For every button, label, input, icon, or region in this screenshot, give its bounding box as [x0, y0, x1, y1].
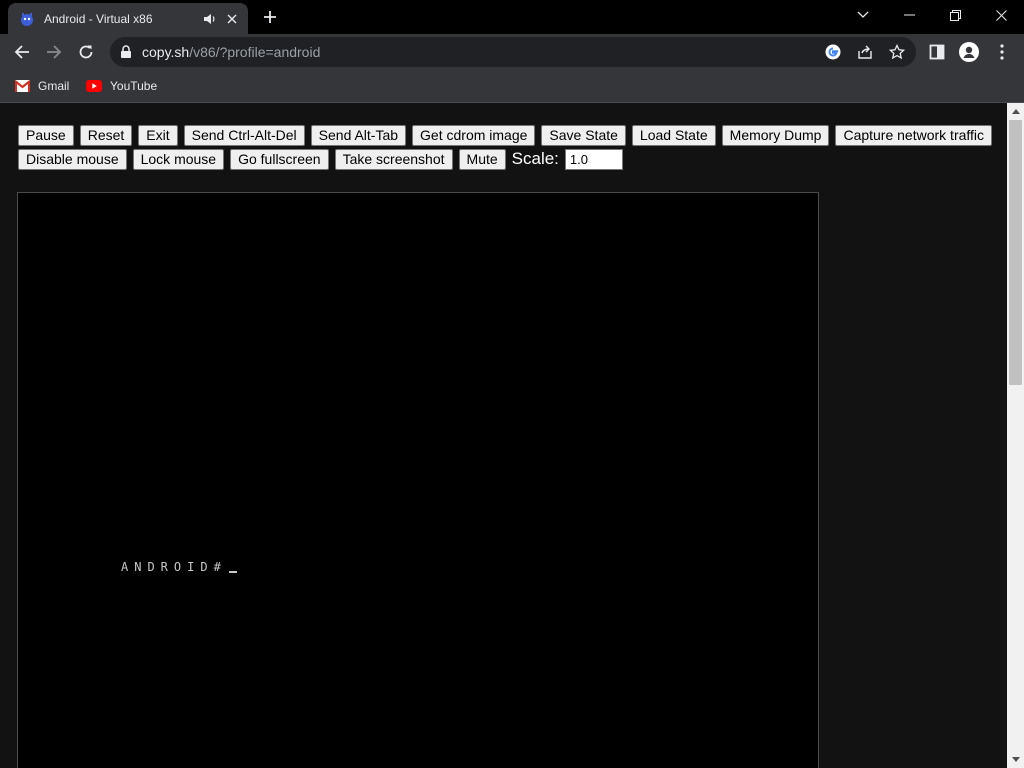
scrollbar-thumb[interactable]: [1009, 120, 1022, 385]
reload-icon[interactable]: [72, 38, 100, 66]
bookmark-label: YouTube: [110, 79, 158, 93]
send-alt-tab-button[interactable]: Send Alt-Tab: [310, 124, 407, 146]
go-fullscreen-button[interactable]: Go fullscreen: [230, 148, 329, 170]
bookmark-gmail[interactable]: Gmail: [15, 77, 69, 95]
emulator-screen[interactable]: ANDROID#: [17, 192, 819, 768]
bookmarks-bar: Gmail YouTube: [0, 71, 1024, 103]
side-panel-icon[interactable]: [927, 42, 947, 62]
page-content: Pause Reset Exit Send Ctrl-Alt-Del Send …: [0, 103, 1007, 768]
load-state-button[interactable]: Load State: [631, 124, 716, 146]
text-cursor: [228, 571, 237, 573]
scroll-up-arrow-icon[interactable]: [1007, 103, 1024, 120]
restore-icon[interactable]: [932, 0, 978, 30]
profile-icon[interactable]: [959, 42, 979, 62]
controls-row-2: Disable mouse Lock mouse Go fullscreen T…: [18, 147, 958, 171]
minimize-icon[interactable]: [886, 0, 932, 30]
page-scrollbar[interactable]: [1007, 103, 1024, 768]
chevron-down-icon[interactable]: [840, 0, 886, 30]
controls-row-1: Pause Reset Exit Send Ctrl-Alt-Del Send …: [18, 123, 993, 147]
scroll-down-arrow-icon[interactable]: [1007, 751, 1024, 768]
close-icon[interactable]: [224, 11, 240, 27]
disable-mouse-button[interactable]: Disable mouse: [18, 148, 127, 170]
tab-strip: Android - Virtual x86: [0, 0, 1024, 34]
emulator-controls: Pause Reset Exit Send Ctrl-Alt-Del Send …: [18, 123, 993, 171]
exit-button[interactable]: Exit: [138, 124, 178, 146]
google-icon[interactable]: [824, 43, 842, 61]
browser-tab[interactable]: Android - Virtual x86: [8, 3, 248, 34]
browser-toolbar: copy.sh/v86/?profile=android: [0, 34, 1024, 71]
gmail-icon: [15, 80, 30, 92]
lock-mouse-button[interactable]: Lock mouse: [132, 148, 225, 170]
youtube-icon: [86, 80, 102, 92]
scale-label: Scale:: [511, 149, 559, 168]
save-state-button[interactable]: Save State: [541, 124, 626, 146]
url-host: copy.sh: [142, 44, 190, 60]
share-icon[interactable]: [856, 43, 874, 61]
pause-button[interactable]: Pause: [18, 124, 74, 146]
reset-button[interactable]: Reset: [79, 124, 133, 146]
url-path: /v86/?profile=android: [189, 44, 321, 60]
bookmark-label: Gmail: [38, 79, 70, 93]
url-text[interactable]: copy.sh/v86/?profile=android: [142, 44, 320, 60]
tab-title: Android - Virtual x86: [44, 11, 153, 26]
kebab-menu-icon[interactable]: [992, 42, 1012, 62]
speaker-icon[interactable]: [202, 11, 218, 27]
send-ctrl-alt-del-button[interactable]: Send Ctrl-Alt-Del: [183, 124, 305, 146]
v86-favicon-icon: [19, 11, 35, 27]
mute-button[interactable]: Mute: [458, 148, 506, 170]
scale-input[interactable]: [564, 148, 623, 170]
get-cdrom-image-button[interactable]: Get cdrom image: [412, 124, 536, 146]
capture-network-traffic-button[interactable]: Capture network traffic: [835, 124, 993, 146]
star-icon[interactable]: [888, 43, 906, 61]
address-bar[interactable]: copy.sh/v86/?profile=android: [110, 37, 916, 67]
forward-icon[interactable]: [40, 38, 68, 66]
bookmark-youtube[interactable]: YouTube: [86, 77, 157, 95]
console-output: ANDROID#: [121, 560, 237, 574]
plus-icon[interactable]: [258, 7, 282, 27]
memory-dump-button[interactable]: Memory Dump: [721, 124, 830, 146]
close-icon[interactable]: [978, 0, 1024, 30]
console-prompt: ANDROID#: [121, 560, 227, 574]
back-icon[interactable]: [8, 38, 36, 66]
take-screenshot-button[interactable]: Take screenshot: [334, 148, 453, 170]
lock-icon[interactable]: [120, 45, 134, 59]
